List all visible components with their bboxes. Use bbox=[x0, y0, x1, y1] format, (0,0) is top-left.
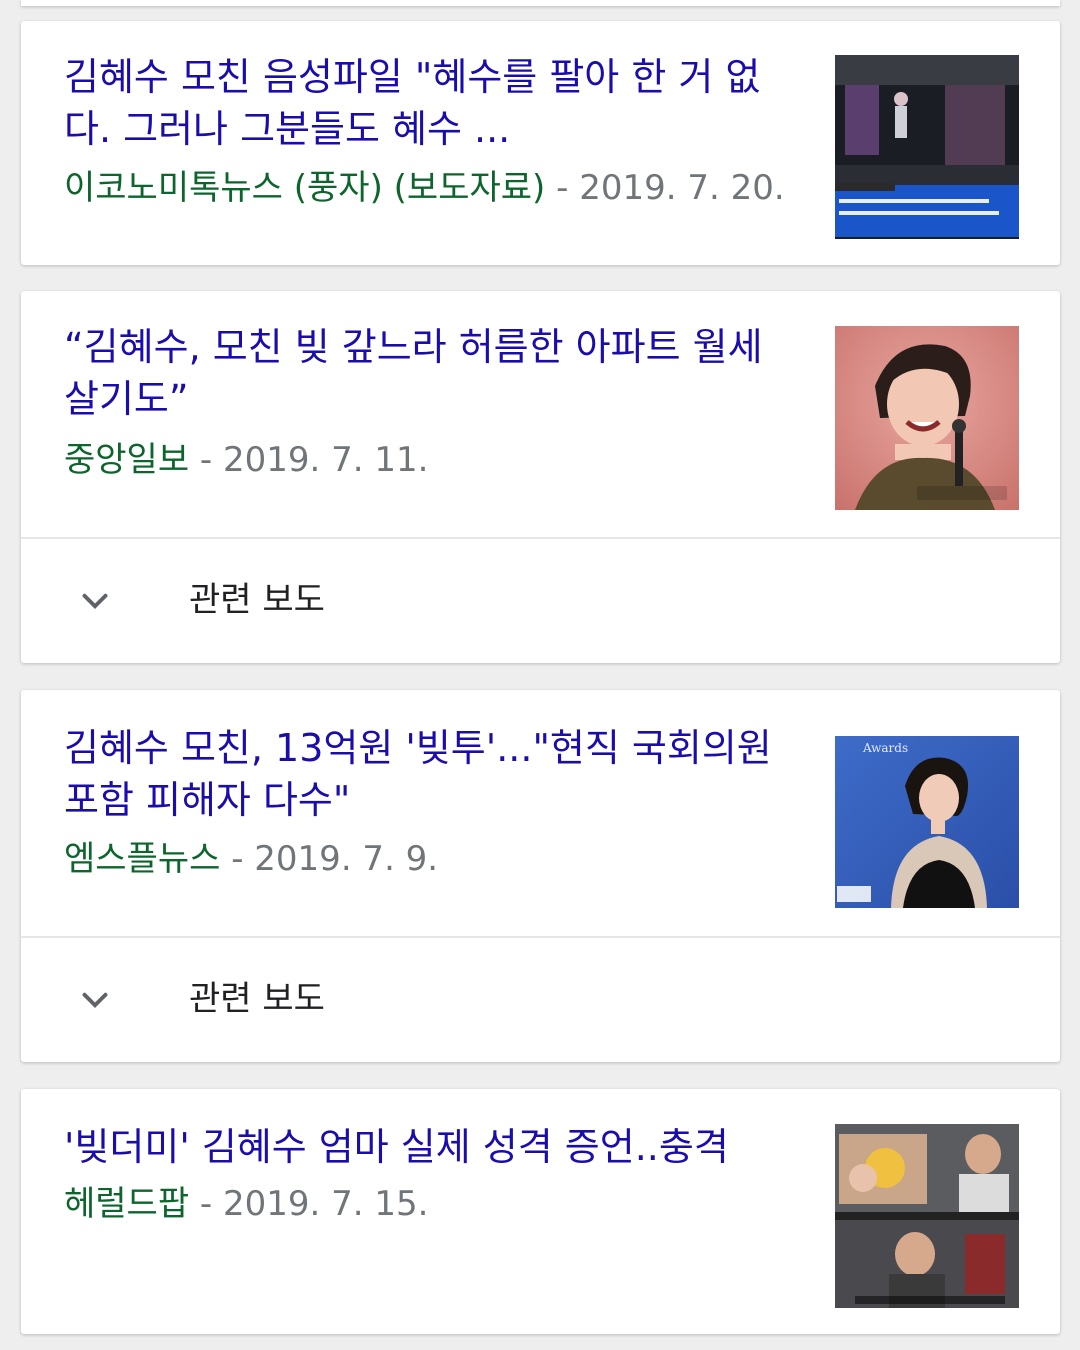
tv-show-thumbnail[interactable] bbox=[835, 1124, 1019, 1308]
thumb-caption: Awards bbox=[862, 741, 908, 755]
related-coverage-toggle[interactable]: 관련 보도 bbox=[21, 537, 1060, 663]
news-meta: 중앙일보 - 2019. 7. 11. bbox=[64, 437, 428, 483]
news-title[interactable]: 김혜수 모친 음성파일 "혜수를 팔아 한 거 없다. 그러나 그분들도 혜수 … bbox=[64, 51, 804, 155]
news-title[interactable]: '빚더미' 김혜수 엄마 실제 성격 증언..충격 bbox=[64, 1121, 804, 1173]
actress-portrait-thumbnail[interactable] bbox=[835, 326, 1019, 510]
news-broadcast-thumbnail[interactable] bbox=[835, 55, 1019, 239]
news-result-2[interactable]: “김혜수, 모친 빚 갚느라 허름한 아파트 월세 살기도” 중앙일보 - 20… bbox=[21, 291, 1060, 537]
awards-photo-thumbnail[interactable]: Awards bbox=[835, 736, 1019, 908]
news-date: - 2019. 7. 20. bbox=[545, 168, 785, 208]
related-coverage-toggle[interactable]: 관련 보도 bbox=[21, 936, 1060, 1062]
news-result-3[interactable]: 김혜수 모친, 13억원 '빚투'..."현직 국회의원 포함 피해자 다수" … bbox=[21, 690, 1060, 936]
related-coverage-label: 관련 보도 bbox=[189, 979, 325, 1019]
chevron-down-icon bbox=[82, 593, 108, 610]
news-card: '빚더미' 김혜수 엄마 실제 성격 증언..충격 헤럴드팝 - 2019. 7… bbox=[21, 1089, 1060, 1334]
news-date: - 2019. 7. 9. bbox=[220, 839, 439, 879]
news-result-4[interactable]: '빚더미' 김혜수 엄마 실제 성격 증언..충격 헤럴드팝 - 2019. 7… bbox=[21, 1089, 1060, 1334]
news-source: 이코노미톡뉴스 (풍자) (보도자료) bbox=[64, 168, 546, 208]
news-date: - 2019. 7. 15. bbox=[189, 1184, 429, 1224]
news-meta: 헤럴드팝 - 2019. 7. 15. bbox=[64, 1181, 428, 1227]
news-result-1[interactable]: 김혜수 모친 음성파일 "혜수를 팔아 한 거 없다. 그러나 그분들도 혜수 … bbox=[21, 21, 1060, 265]
news-source: 엠스플뉴스 bbox=[64, 839, 221, 879]
news-card: 김혜수 모친 음성파일 "혜수를 팔아 한 거 없다. 그러나 그분들도 혜수 … bbox=[21, 21, 1060, 265]
news-meta: 이코노미톡뉴스 (풍자) (보도자료) - 2019. 7. 20. bbox=[64, 165, 785, 211]
news-date: - 2019. 7. 11. bbox=[189, 440, 429, 480]
related-coverage-label: 관련 보도 bbox=[189, 580, 325, 620]
news-source: 중앙일보 bbox=[64, 440, 190, 480]
news-title[interactable]: 김혜수 모친, 13억원 '빚투'..."현직 국회의원 포함 피해자 다수" bbox=[64, 722, 804, 826]
chevron-down-icon bbox=[82, 992, 108, 1009]
news-card: 김혜수 모친, 13억원 '빚투'..."현직 국회의원 포함 피해자 다수" … bbox=[21, 690, 1060, 1062]
news-title[interactable]: “김혜수, 모친 빚 갚느라 허름한 아파트 월세 살기도” bbox=[64, 321, 804, 425]
news-card: “김혜수, 모친 빚 갚느라 허름한 아파트 월세 살기도” 중앙일보 - 20… bbox=[21, 291, 1060, 663]
news-source: 헤럴드팝 bbox=[64, 1184, 190, 1224]
previous-card-edge bbox=[21, 0, 1060, 6]
news-meta: 엠스플뉴스 - 2019. 7. 9. bbox=[64, 836, 438, 882]
